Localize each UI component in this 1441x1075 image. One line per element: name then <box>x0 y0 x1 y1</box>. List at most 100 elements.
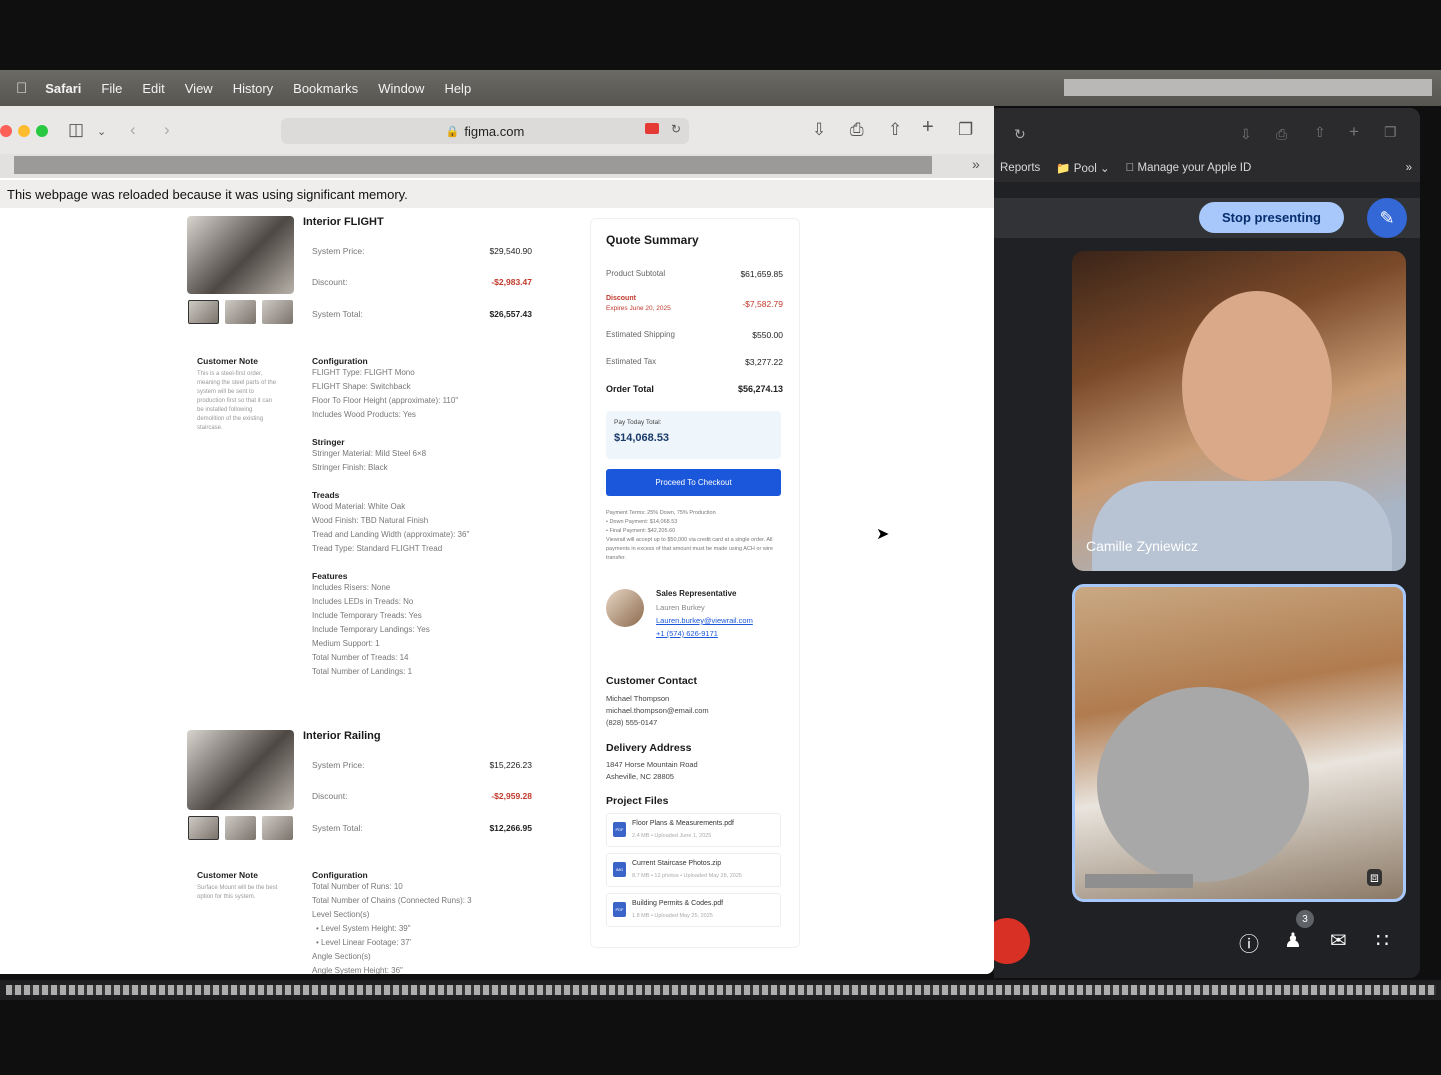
sales-rep-email-link[interactable]: Lauren.burkey@viewrail.com <box>656 616 753 625</box>
share-icon[interactable]: ⇧ <box>1314 124 1326 141</box>
sales-rep-phone-link[interactable]: +1 (574) 626-9171 <box>656 629 718 638</box>
participant-tile-1[interactable]: Camille Zyniewicz <box>1072 251 1406 571</box>
project-files-title: Project Files <box>606 795 669 807</box>
file-meta: 2.4 MB • Uploaded June 1, 2025 <box>632 833 712 839</box>
spec-line: FLIGHT Shape: Switchback <box>312 382 411 391</box>
fullscreen-icon[interactable]: ⧈ <box>1367 869 1382 886</box>
bookmark-reports[interactable]: Reports <box>1000 162 1040 174</box>
spec-line: • Level Linear Footage: 37' <box>316 938 412 947</box>
print-icon[interactable]: ⎙ <box>850 120 864 140</box>
delivery-address-title: Delivery Address <box>606 742 692 754</box>
menu-window[interactable]: Window <box>378 81 424 96</box>
file-item[interactable]: IMG Current Staircase Photos.zip 8.7 MB … <box>606 853 781 887</box>
tabs-overview-icon[interactable]: ❐ <box>958 120 973 140</box>
close-window-icon[interactable] <box>0 125 12 137</box>
product-1-thumb-2[interactable] <box>225 300 256 324</box>
proceed-to-checkout-button[interactable]: Proceed To Checkout <box>606 469 781 496</box>
spec-line: Wood Finish: TBD Natural Finish <box>312 516 429 525</box>
sales-rep-name: Lauren Burkey <box>656 603 705 612</box>
recording-icon[interactable] <box>645 123 659 134</box>
spec-line: Includes Wood Products: Yes <box>312 410 416 419</box>
menu-history[interactable]: History <box>233 81 273 96</box>
sidebar-toggle-icon[interactable]: ◫ <box>68 120 84 140</box>
tabs-overview-icon[interactable]: ❐ <box>1384 124 1397 141</box>
spec-line: Include Temporary Treads: Yes <box>312 611 422 620</box>
product-1-image[interactable] <box>187 216 294 294</box>
spec-section-title: Features <box>312 571 348 581</box>
download-icon[interactable]: ⇩ <box>1240 126 1252 143</box>
more-tabs-icon[interactable]: » <box>972 156 980 172</box>
minimize-window-icon[interactable] <box>18 125 30 137</box>
participant-tile-2[interactable]: ⧈ <box>1072 584 1406 902</box>
participant-2-name-redacted <box>1085 874 1193 888</box>
annotate-pen-icon[interactable]: ✎ <box>1367 198 1407 238</box>
apple-menu-icon[interactable]:  <box>16 80 27 97</box>
product-1-price: $29,540.90 <box>489 246 532 256</box>
product-1-spec: Configuration FLIGHT Type: FLIGHT Mono F… <box>312 356 542 679</box>
reload-icon[interactable]: ↻ <box>671 122 681 136</box>
menu-view[interactable]: View <box>185 81 213 96</box>
more-bookmarks-icon[interactable]: » <box>1406 162 1412 174</box>
product-1-thumb-1[interactable] <box>188 300 219 324</box>
menu-app-safari[interactable]: Safari <box>45 81 81 96</box>
delivery-address-block: 1847 Horse Mountain Road Asheville, NC 2… <box>606 759 698 783</box>
shipping-label: Estimated Shipping <box>606 330 675 339</box>
info-icon[interactable]: ⓘ <box>1239 928 1259 957</box>
bookmark-pool[interactable]: 📁 Pool ⌄ <box>1056 161 1109 175</box>
spec-line: Include Temporary Landings: Yes <box>312 625 430 634</box>
product-2-image[interactable] <box>187 730 294 810</box>
zoom-window-icon[interactable] <box>36 125 48 137</box>
product-2-note: Surface Mount will be the best option fo… <box>197 885 278 900</box>
stop-presenting-button[interactable]: Stop presenting <box>1199 202 1344 233</box>
pay-today-box: Pay Today Total: $14,068.53 <box>606 411 781 459</box>
participant-1-name: Camille Zyniewicz <box>1086 538 1199 554</box>
menu-edit[interactable]: Edit <box>142 81 164 96</box>
spec-line: FLIGHT Type: FLIGHT Mono <box>312 368 415 377</box>
chat-icon[interactable]: ✉ <box>1330 928 1347 953</box>
chevron-down-icon[interactable]: ⌄ <box>97 125 106 138</box>
share-icon[interactable]: ⇧ <box>888 120 902 140</box>
quote-summary-card: Quote Summary Product Subtotal $61,659.8… <box>590 218 800 948</box>
spec-section-title: Configuration <box>312 870 368 880</box>
new-tab-icon[interactable]: + <box>922 116 934 139</box>
people-icon[interactable]: ♟ <box>1284 928 1302 953</box>
file-item[interactable]: PDF Floor Plans & Measurements.pdf 2.4 M… <box>606 813 781 847</box>
new-tab-icon[interactable]: + <box>1349 122 1359 142</box>
subtotal-value: $61,659.85 <box>740 269 783 279</box>
menu-bookmarks[interactable]: Bookmarks <box>293 81 358 96</box>
spec-line: Tread and Landing Width (approximate): 3… <box>312 530 470 539</box>
menu-file[interactable]: File <box>101 81 122 96</box>
product-1-discount: -$2,983.47 <box>491 277 532 287</box>
dock-app-icons[interactable] <box>6 985 1436 995</box>
product-1-total-label: System Total: <box>312 309 363 319</box>
bookmark-apple-id[interactable]:  Manage your Apple ID <box>1126 162 1252 174</box>
contact-line: Michael Thompson <box>606 694 670 703</box>
product-2-thumb-3[interactable] <box>262 816 293 840</box>
download-icon[interactable]: ⇩ <box>812 120 826 140</box>
back-icon[interactable]: ‹ <box>130 120 136 140</box>
tab-redacted[interactable] <box>14 156 932 174</box>
discount-value: -$7,582.79 <box>742 299 783 309</box>
spec-line: Includes Risers: None <box>312 583 391 592</box>
product-1-thumb-3[interactable] <box>262 300 293 324</box>
reload-icon[interactable]: ↻ <box>1014 126 1026 143</box>
product-2-thumb-2[interactable] <box>225 816 256 840</box>
bookmark-apple-id-label: Manage your Apple ID <box>1125 162 1252 174</box>
print-icon[interactable]: ⎙ <box>1276 126 1287 143</box>
tax-label: Estimated Tax <box>606 357 657 366</box>
forward-icon[interactable]: › <box>164 120 170 140</box>
order-total-label: Order Total <box>606 384 654 394</box>
address-bar[interactable]: 🔒 figma.com ↻ <box>281 118 689 144</box>
spec-line: Total Number of Landings: 1 <box>312 667 413 676</box>
subtotal-label: Product Subtotal <box>606 269 666 278</box>
file-item[interactable]: PDF Building Permits & Codes.pdf 1.8 MB … <box>606 893 781 927</box>
menu-help[interactable]: Help <box>444 81 471 96</box>
product-1-note: This is a steel-first order, meaning the… <box>197 371 277 431</box>
activities-grid-icon[interactable]: ∷ <box>1376 928 1389 953</box>
url-text: figma.com <box>464 123 525 139</box>
spec-line: Level Section(s) <box>312 910 370 919</box>
product-2-price: $15,226.23 <box>489 760 532 770</box>
tax-value: $3,277.22 <box>745 357 783 367</box>
product-2-thumb-1[interactable] <box>188 816 219 840</box>
contact-line: michael.thompson@email.com <box>606 706 709 715</box>
